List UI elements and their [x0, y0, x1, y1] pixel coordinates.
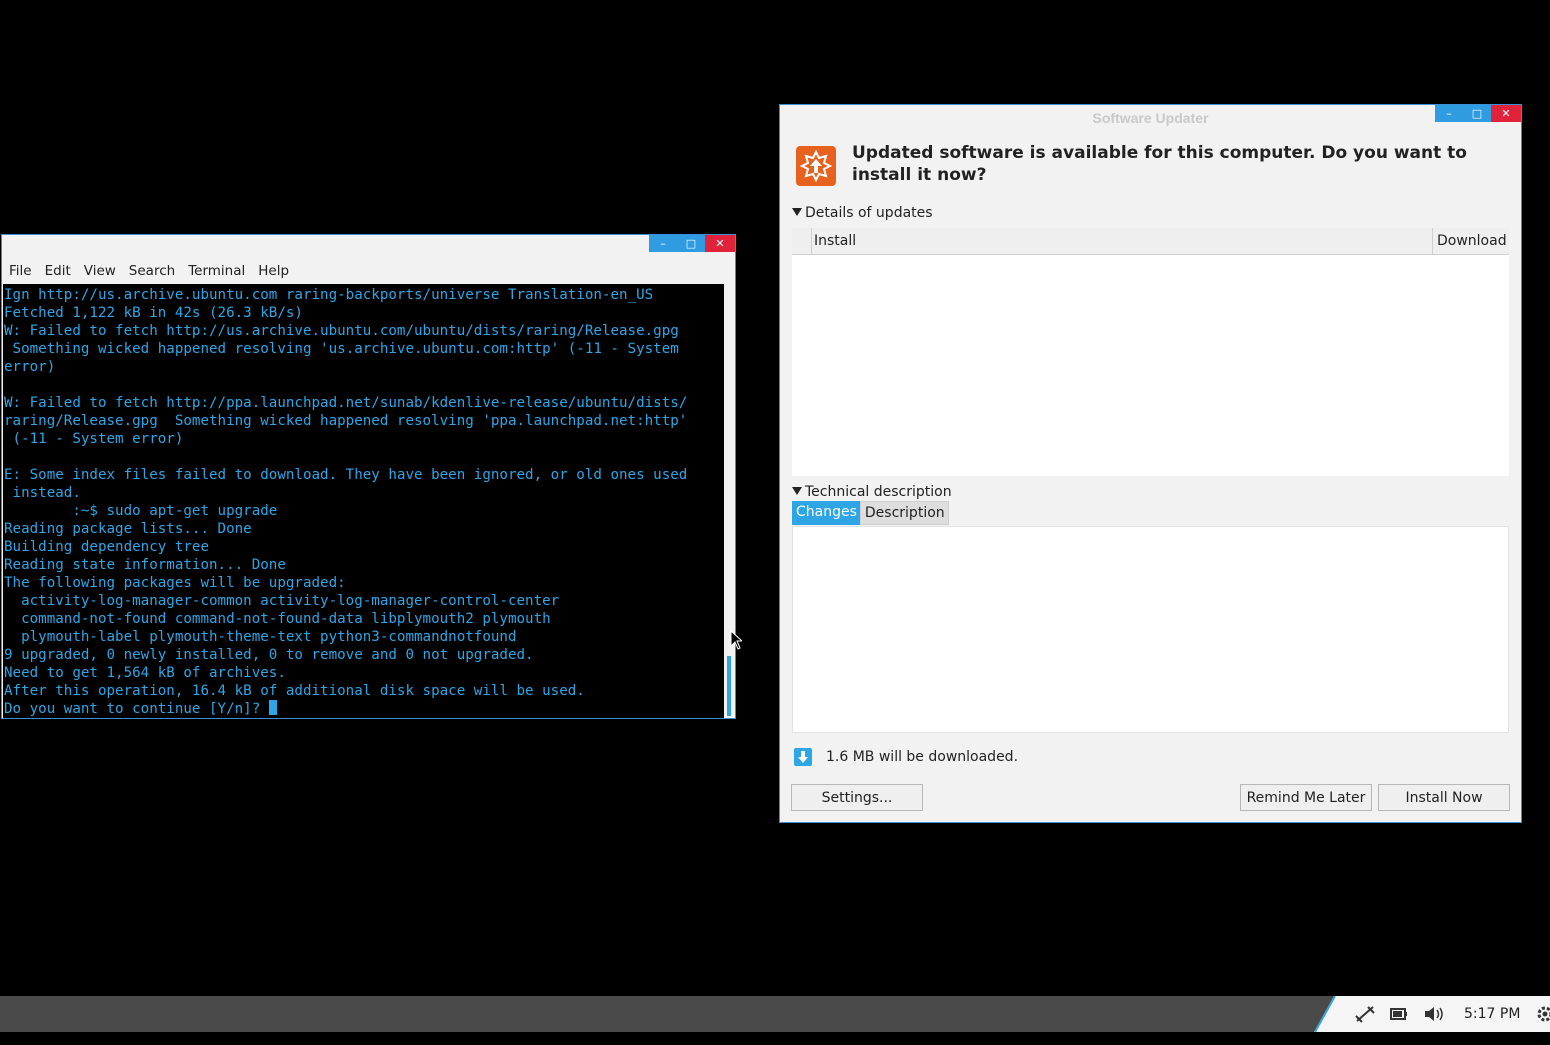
terminal-line: Building dependency tree [4, 539, 209, 555]
terminal-line: Reading state information... Done [4, 557, 286, 573]
maximize-button[interactable]: □ [677, 235, 705, 252]
scrollbar-thumb[interactable] [727, 656, 731, 716]
column-header-check[interactable] [792, 228, 812, 254]
terminal-line: Something wicked happened resolving 'us.… [4, 341, 679, 357]
network-icon[interactable] [1354, 1005, 1376, 1023]
terminal-line: W: Failed to fetch http://us.archive.ubu… [4, 323, 679, 339]
updates-list[interactable]: Install Download [792, 228, 1509, 476]
terminal-line: plymouth-label plymouth-theme-text pytho… [4, 629, 517, 645]
menu-file[interactable]: File [2, 263, 38, 283]
minimize-icon: – [1446, 107, 1452, 120]
terminal-window-controls: – □ ✕ [649, 235, 735, 252]
updater-window-controls: – □ ✕ [1435, 105, 1521, 122]
battery-icon[interactable] [1389, 1005, 1409, 1023]
taskbar: 5:17 PM [0, 996, 1550, 1032]
tab-changes[interactable]: Changes [792, 501, 860, 525]
settings-button[interactable]: Settings... [791, 784, 923, 811]
terminal-text: Ign http://us.archive.ubuntu.com raring-… [3, 284, 725, 718]
software-updater-window[interactable]: Software Updater – □ ✕ Updated software … [779, 104, 1522, 823]
terminal-line: activity-log-manager-common activity-log… [4, 593, 560, 609]
technical-expander[interactable]: Technical description [792, 484, 952, 500]
technical-tabs: Changes Description [792, 501, 949, 525]
minimize-button[interactable]: – [1435, 105, 1463, 122]
mouse-pointer-icon [730, 630, 742, 650]
minimize-button[interactable]: – [649, 235, 677, 252]
terminal-line: Ign http://us.archive.ubuntu.com raring-… [4, 287, 654, 303]
terminal-line: The following packages will be upgraded: [4, 575, 346, 591]
expander-arrow-icon [792, 208, 802, 216]
details-expander[interactable]: Details of updates [792, 205, 933, 221]
update-headline: Updated software is available for this c… [852, 143, 1467, 185]
column-header-install[interactable]: Install [814, 233, 856, 249]
terminal-output[interactable]: Ign http://us.archive.ubuntu.com raring-… [3, 284, 725, 718]
terminal-line: Fetched 1,122 kB in 42s (26.3 kB/s) [4, 305, 303, 321]
tab-description[interactable]: Description [859, 501, 949, 525]
terminal-line: Reading package lists... Done [4, 521, 252, 537]
close-icon: ✕ [1501, 107, 1511, 120]
download-icon [794, 748, 812, 766]
menu-search[interactable]: Search [122, 263, 181, 283]
text-cursor [268, 700, 277, 715]
download-size-row: 1.6 MB will be downloaded. [794, 748, 1018, 766]
technical-description-pane[interactable] [792, 526, 1509, 733]
close-button[interactable]: ✕ [1491, 105, 1521, 122]
system-tray: 5:17 PM [1314, 996, 1550, 1032]
terminal-window[interactable]: – □ ✕ File Edit View Search Terminal Hel… [1, 234, 736, 719]
terminal-line: :~$ sudo apt-get upgrade [4, 503, 278, 519]
terminal-line: W: Failed to fetch http://ppa.launchpad.… [4, 395, 688, 411]
menu-help[interactable]: Help [251, 263, 295, 283]
expander-arrow-icon [792, 487, 802, 495]
maximize-icon: □ [1471, 107, 1483, 120]
terminal-line: E: Some index files failed to download. … [4, 467, 688, 483]
terminal-menubar: File Edit View Search Terminal Help [2, 263, 295, 283]
list-header: Install Download [792, 228, 1509, 255]
menu-edit[interactable]: Edit [38, 263, 77, 283]
menu-view[interactable]: View [77, 263, 122, 283]
terminal-line: instead. [4, 485, 81, 501]
remind-me-later-button[interactable]: Remind Me Later [1240, 784, 1372, 811]
software-updater-icon [796, 146, 836, 186]
minimize-icon: – [660, 237, 666, 250]
menu-terminal[interactable]: Terminal [181, 263, 251, 283]
terminal-line: Need to get 1,564 kB of archives. [4, 665, 286, 681]
terminal-scrollbar[interactable] [724, 284, 734, 718]
terminal-line: raring/Release.gpg Something wicked happ… [4, 413, 688, 429]
close-button[interactable]: ✕ [705, 235, 735, 252]
maximize-button[interactable]: □ [1463, 105, 1491, 122]
terminal-prompt: Do you want to continue [Y/n]? [4, 701, 269, 717]
column-header-download[interactable]: Download [1432, 228, 1507, 254]
gear-icon[interactable] [1536, 1005, 1550, 1023]
clock[interactable]: 5:17 PM [1464, 1005, 1520, 1023]
close-icon: ✕ [715, 237, 725, 250]
window-title: Software Updater [1092, 110, 1209, 126]
terminal-line: command-not-found command-not-found-data… [4, 611, 551, 627]
volume-icon[interactable] [1423, 1005, 1445, 1023]
download-size-text: 1.6 MB will be downloaded. [826, 749, 1019, 765]
terminal-line: (-11 - System error) [4, 431, 184, 447]
maximize-icon: □ [685, 237, 697, 250]
install-now-button[interactable]: Install Now [1378, 784, 1510, 811]
terminal-line: error) [4, 359, 56, 375]
terminal-line: After this operation, 16.4 kB of additio… [4, 683, 585, 699]
terminal-line: 9 upgraded, 0 newly installed, 0 to remo… [4, 647, 534, 663]
details-label: Details of updates [805, 205, 933, 221]
technical-label: Technical description [805, 484, 952, 500]
